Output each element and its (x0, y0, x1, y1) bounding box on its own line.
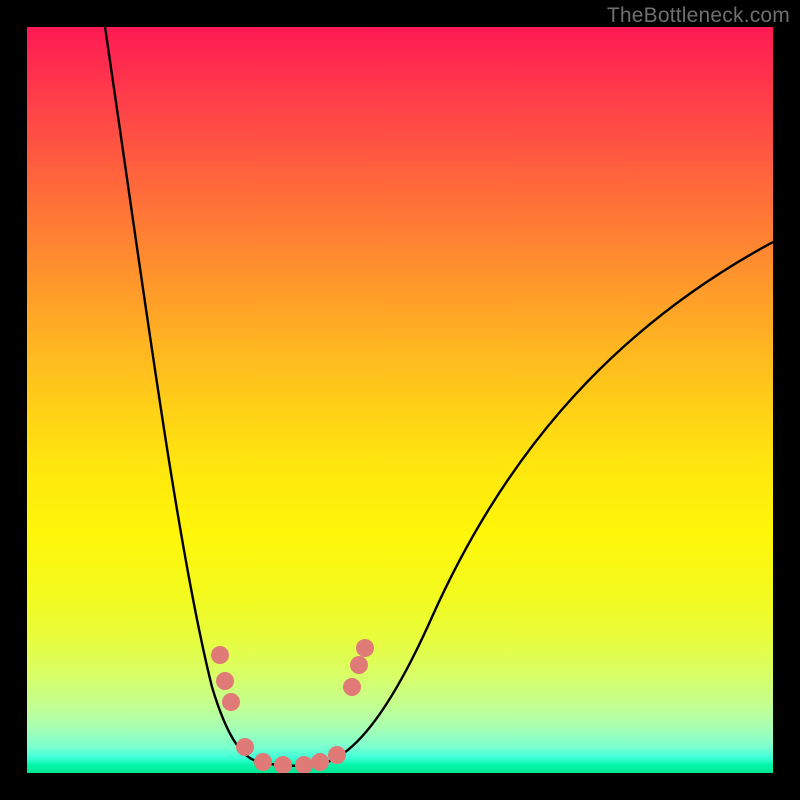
marker-10 (350, 656, 368, 674)
marker-2 (222, 693, 240, 711)
marker-3 (236, 738, 254, 756)
marker-11 (356, 639, 374, 657)
marker-5 (274, 756, 292, 773)
markers-group (211, 639, 374, 773)
watermark-text: TheBottleneck.com (607, 4, 790, 28)
marker-1 (216, 672, 234, 690)
marker-8 (328, 746, 346, 764)
chart-area (27, 27, 773, 773)
marker-0 (211, 646, 229, 664)
marker-4 (254, 753, 272, 771)
marker-7 (311, 753, 329, 771)
marker-6 (295, 756, 313, 773)
marker-9 (343, 678, 361, 696)
bottleneck-curve-path (105, 27, 773, 766)
curve-svg (27, 27, 773, 773)
